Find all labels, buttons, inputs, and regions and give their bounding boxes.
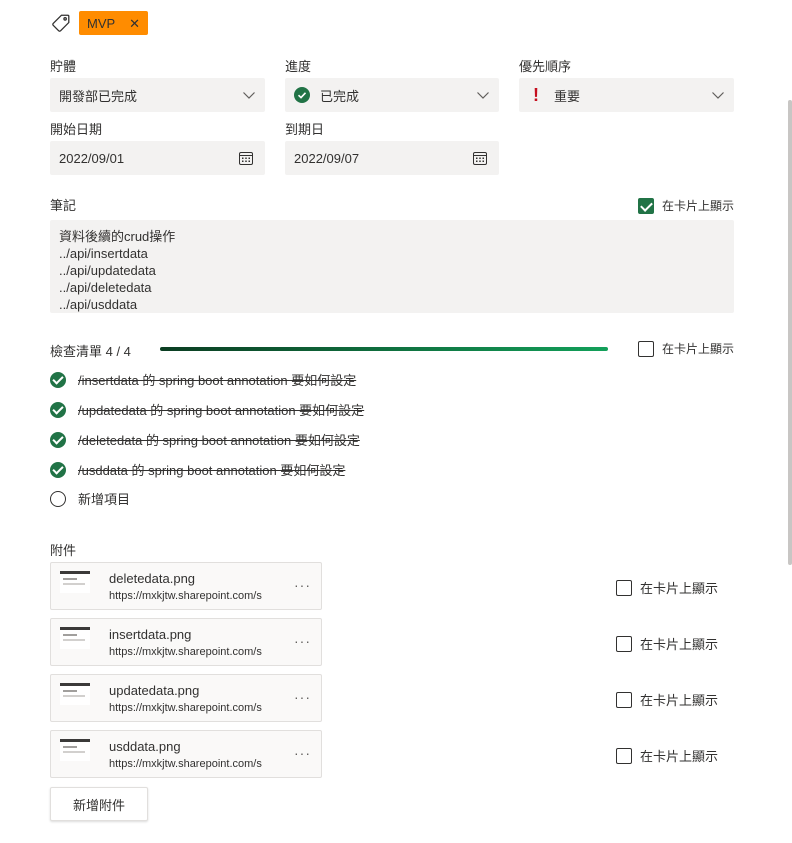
calendar-icon[interactable]: [472, 150, 488, 166]
attachments-label: 附件: [50, 543, 77, 558]
attachment-show-on-card-checkbox[interactable]: [616, 747, 632, 764]
checklist-add-item[interactable]: 新增項目: [50, 489, 130, 508]
bucket-value: 開發部已完成: [59, 88, 138, 104]
attachment-url: https://mxkjtw.sharepoint.com/s: [109, 590, 262, 602]
checklist-item-text[interactable]: /usddata 的 spring boot annotation 要如何設定: [78, 460, 345, 479]
close-icon[interactable]: ✕: [129, 17, 140, 30]
checklist-progress-fill: [160, 347, 608, 351]
label-row: MVP ✕: [50, 11, 149, 35]
attachment-show-on-card-label: 在卡片上顯示: [640, 581, 719, 596]
chevron-down-icon: [477, 92, 489, 99]
empty-circle-icon: [50, 490, 66, 507]
more-options-icon[interactable]: ···: [294, 577, 311, 593]
notes-show-on-card-checkbox[interactable]: [638, 197, 654, 214]
checklist-item: /deletedata 的 spring boot annotation 要如何…: [50, 430, 360, 449]
attachment-show-on-card-label: 在卡片上顯示: [640, 749, 719, 764]
checklist-item: /usddata 的 spring boot annotation 要如何設定: [50, 460, 345, 479]
checklist-label: 檢查清單 4 / 4: [50, 344, 131, 359]
attachment-show-on-card[interactable]: 在卡片上顯示: [616, 690, 718, 709]
bucket-label: 貯體: [50, 59, 77, 74]
start-date-value: 2022/09/01: [59, 150, 125, 166]
priority-label: 優先順序: [519, 59, 572, 74]
checklist-progress-bar: [160, 347, 608, 351]
checklist-complete-toggle[interactable]: [50, 401, 66, 418]
attachment-thumbnail: [60, 739, 90, 761]
progress-value: 已完成: [320, 88, 360, 104]
priority-dropdown[interactable]: ! 重要: [519, 78, 734, 112]
checklist-show-on-card-label: 在卡片上顯示: [662, 342, 735, 356]
attachment-show-on-card-label: 在卡片上顯示: [640, 637, 719, 652]
attachment-show-on-card-checkbox[interactable]: [616, 635, 632, 652]
exclamation-icon: !: [533, 84, 539, 105]
priority-value: 重要: [554, 88, 581, 104]
notes-show-on-card-label: 在卡片上顯示: [662, 199, 735, 213]
chevron-down-icon: [712, 92, 724, 99]
notes-label: 筆記: [50, 198, 77, 213]
attachment-url: https://mxkjtw.sharepoint.com/s: [109, 646, 262, 658]
attachment-show-on-card-label: 在卡片上顯示: [640, 693, 719, 708]
attachment-show-on-card[interactable]: 在卡片上顯示: [616, 578, 718, 597]
checklist-show-on-card[interactable]: 在卡片上顯示: [638, 340, 734, 357]
due-date-value: 2022/09/07: [294, 150, 360, 166]
notes-show-on-card[interactable]: 在卡片上顯示: [638, 197, 734, 214]
add-item-input[interactable]: 新增項目: [78, 489, 130, 508]
tag-label: MVP: [87, 15, 116, 31]
bucket-dropdown[interactable]: 開發部已完成: [50, 78, 265, 112]
attachment-show-on-card[interactable]: 在卡片上顯示: [616, 634, 718, 653]
start-date-field[interactable]: 2022/09/01: [50, 141, 265, 175]
calendar-icon[interactable]: [238, 150, 254, 166]
notes-textarea[interactable]: 資料後續的crud操作 ../api/insertdata ../api/upd…: [50, 220, 734, 313]
attachment-thumbnail: [60, 683, 90, 705]
attachment-card[interactable]: usddata.png https://mxkjtw.sharepoint.co…: [50, 730, 322, 778]
attachment-url: https://mxkjtw.sharepoint.com/s: [109, 702, 262, 714]
checklist-item-text[interactable]: /insertdata 的 spring boot annotation 要如何…: [78, 370, 356, 389]
more-options-icon[interactable]: ···: [294, 689, 311, 705]
attachment-card[interactable]: deletedata.png https://mxkjtw.sharepoint…: [50, 562, 322, 610]
due-date-label: 到期日: [285, 122, 325, 137]
checklist-item-text[interactable]: /updatedata 的 spring boot annotation 要如何…: [78, 400, 364, 419]
attachment-card[interactable]: insertdata.png https://mxkjtw.sharepoint…: [50, 618, 322, 666]
scrollbar[interactable]: [788, 100, 792, 565]
progress-label: 進度: [285, 59, 312, 74]
attachment-show-on-card[interactable]: 在卡片上顯示: [616, 746, 718, 765]
start-date-label: 開始日期: [50, 122, 103, 137]
checklist-item: /insertdata 的 spring boot annotation 要如何…: [50, 370, 356, 389]
more-options-icon[interactable]: ···: [294, 633, 311, 649]
progress-dropdown[interactable]: 已完成: [285, 78, 499, 112]
attachment-name: usddata.png: [109, 739, 181, 754]
checklist-complete-toggle[interactable]: [50, 431, 66, 448]
due-date-field[interactable]: 2022/09/07: [285, 141, 499, 175]
more-options-icon[interactable]: ···: [294, 745, 311, 761]
attachment-card[interactable]: updatedata.png https://mxkjtw.sharepoint…: [50, 674, 322, 722]
checklist-complete-toggle[interactable]: [50, 371, 66, 388]
label-tag-mvp[interactable]: MVP ✕: [79, 11, 149, 35]
attachment-show-on-card-checkbox[interactable]: [616, 579, 632, 596]
checklist-complete-toggle[interactable]: [50, 461, 66, 478]
attachment-name: updatedata.png: [109, 683, 200, 698]
attachment-thumbnail: [60, 571, 90, 593]
attachment-url: https://mxkjtw.sharepoint.com/s: [109, 758, 262, 770]
attachment-thumbnail: [60, 627, 90, 649]
checklist-item-text[interactable]: /deletedata 的 spring boot annotation 要如何…: [78, 430, 360, 449]
completed-check-icon: [294, 87, 310, 103]
add-attachment-button[interactable]: 新增附件: [50, 787, 148, 821]
attachment-show-on-card-checkbox[interactable]: [616, 691, 632, 708]
checklist-show-on-card-checkbox[interactable]: [638, 340, 654, 357]
tag-icon[interactable]: [50, 12, 72, 34]
attachment-name: deletedata.png: [109, 571, 196, 586]
attachment-name: insertdata.png: [109, 627, 192, 642]
chevron-down-icon: [243, 92, 255, 99]
checklist-item: /updatedata 的 spring boot annotation 要如何…: [50, 400, 364, 419]
